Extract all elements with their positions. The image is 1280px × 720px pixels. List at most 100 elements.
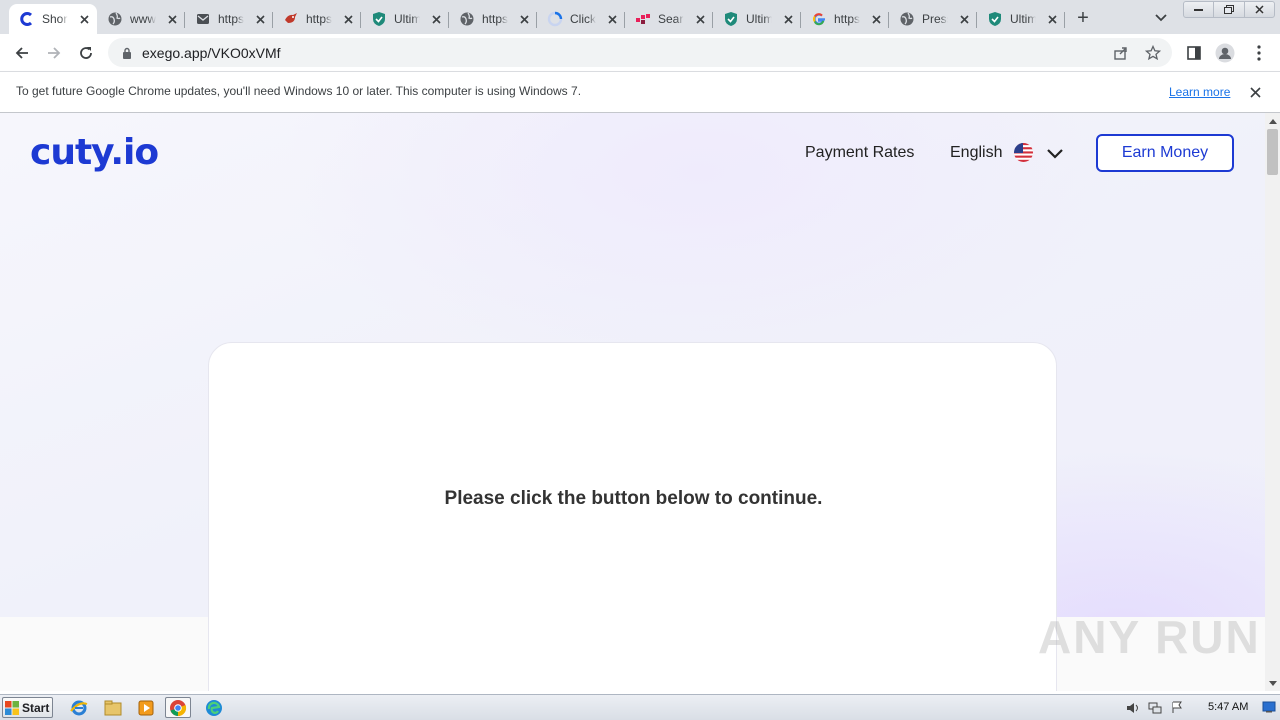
tab-strip: Short www. https https Ultim https Click Searc U…	[0, 0, 1280, 34]
browser-tab[interactable]: https	[801, 4, 889, 34]
loading-icon	[547, 11, 563, 27]
vertical-scrollbar[interactable]	[1265, 113, 1280, 691]
tab-close-icon[interactable]	[428, 11, 444, 27]
tab-title: Searc	[658, 12, 684, 26]
page-viewport: cuty.io Payment Rates English Earn Money…	[0, 113, 1265, 691]
close-window-button[interactable]	[1245, 2, 1274, 17]
browser-tab[interactable]: Short	[9, 4, 97, 34]
infobar-close-button[interactable]	[1246, 83, 1264, 101]
reload-icon	[80, 47, 92, 59]
network-icon[interactable]	[1144, 699, 1166, 717]
tab-title: Short	[42, 12, 68, 26]
restore-button[interactable]	[1214, 2, 1245, 17]
reload-button[interactable]	[72, 39, 100, 67]
browser-tab[interactable]: Press	[889, 4, 977, 34]
folder-icon	[104, 700, 122, 715]
browser-tab[interactable]: www.	[97, 4, 185, 34]
browser-tab[interactable]: https	[273, 4, 361, 34]
bird-icon	[283, 11, 299, 27]
tab-title: Click	[570, 12, 596, 26]
site-logo[interactable]: cuty.io	[30, 131, 159, 175]
earn-money-button[interactable]: Earn Money	[1096, 134, 1234, 172]
tab-title: Ultim	[1010, 12, 1036, 26]
shield-icon	[987, 11, 1003, 27]
update-infobar: To get future Google Chrome updates, you…	[0, 71, 1280, 113]
taskbar-media-player[interactable]	[133, 697, 159, 718]
scroll-up-arrow-icon[interactable]	[1265, 114, 1280, 128]
tab-close-icon[interactable]	[868, 11, 884, 27]
tab-close-icon[interactable]	[1044, 11, 1060, 27]
taskbar-chrome[interactable]	[165, 697, 191, 718]
browser-tab[interactable]: Click	[537, 4, 625, 34]
tab-close-icon[interactable]	[516, 11, 532, 27]
restore-icon	[1223, 5, 1234, 14]
browser-tab[interactable]: Ultim	[713, 4, 801, 34]
minimize-icon	[1194, 8, 1204, 11]
taskbar-clock[interactable]: 5:47 AM	[1208, 701, 1248, 713]
url-text: exego.app/VKO0xVMf	[142, 44, 281, 61]
learn-more-link[interactable]: Learn more	[1169, 85, 1230, 99]
browser-tab[interactable]: https	[185, 4, 273, 34]
browser-tab[interactable]: Ultim	[977, 4, 1065, 34]
edge-icon	[206, 699, 222, 716]
continue-prompt: Please click the button below to continu…	[444, 488, 823, 509]
infobar-message: To get future Google Chrome updates, you…	[16, 84, 582, 98]
tab-search-button[interactable]	[1151, 8, 1171, 28]
tab-title: https	[218, 12, 244, 26]
mail-icon	[195, 11, 211, 27]
scroll-down-arrow-icon[interactable]	[1265, 676, 1280, 690]
windows-taskbar: Start 5:47 AM	[0, 694, 1280, 720]
chevron-down-icon	[1155, 14, 1167, 22]
shield-icon	[371, 11, 387, 27]
tab-close-icon[interactable]	[780, 11, 796, 27]
scrollbar-thumb[interactable]	[1267, 129, 1278, 175]
browser-tab[interactable]: Searc	[625, 4, 713, 34]
tab-close-icon[interactable]	[604, 11, 620, 27]
tab-close-icon[interactable]	[252, 11, 268, 27]
action-center-flag-icon[interactable]	[1166, 699, 1188, 717]
profile-avatar-icon[interactable]	[1214, 42, 1236, 64]
show-desktop-icon[interactable]	[1261, 698, 1277, 716]
tab-close-icon[interactable]	[76, 11, 92, 27]
back-button[interactable]	[8, 39, 36, 67]
start-label: Start	[22, 700, 50, 715]
lock-icon	[120, 46, 134, 60]
browser-tab[interactable]: Ultim	[361, 4, 449, 34]
browser-toolbar: exego.app/VKO0xVMf	[0, 34, 1280, 71]
system-tray	[1122, 697, 1188, 718]
forward-button[interactable]	[40, 39, 68, 67]
tab-close-icon[interactable]	[340, 11, 356, 27]
start-button[interactable]: Start	[2, 697, 53, 718]
google-icon	[811, 11, 827, 27]
payment-rates-link[interactable]: Payment Rates	[805, 144, 914, 162]
share-icon[interactable]	[1112, 44, 1130, 62]
taskbar-edge[interactable]	[201, 697, 227, 718]
tab-title: www.	[130, 12, 156, 26]
tab-title: https	[306, 12, 332, 26]
menu-kebab-icon[interactable]	[1248, 42, 1270, 64]
tab-title: Press	[922, 12, 948, 26]
taskbar-ie[interactable]	[66, 697, 92, 718]
language-selector[interactable]: English	[950, 144, 1002, 162]
volume-icon[interactable]	[1122, 699, 1144, 717]
new-tab-button[interactable]: +	[1072, 7, 1094, 29]
tab-title: Ultim	[394, 12, 420, 26]
globe-icon	[459, 11, 475, 27]
search-brand-icon	[635, 11, 651, 27]
language-chevron-down-icon[interactable]	[1044, 143, 1066, 163]
minimize-button[interactable]	[1184, 2, 1215, 17]
taskbar-explorer[interactable]	[100, 697, 126, 718]
browser-tab[interactable]: https	[449, 4, 537, 34]
tab-title: https	[834, 12, 860, 26]
cuty-icon	[19, 11, 35, 27]
tab-close-icon[interactable]	[692, 11, 708, 27]
chrome-icon	[170, 699, 187, 716]
globe-icon	[107, 11, 123, 27]
bookmark-star-icon[interactable]	[1144, 44, 1162, 62]
windows-logo-icon	[5, 700, 19, 715]
tab-close-icon[interactable]	[956, 11, 972, 27]
shield-icon	[723, 11, 739, 27]
side-panel-icon[interactable]	[1183, 42, 1205, 64]
address-bar[interactable]: exego.app/VKO0xVMf	[108, 38, 1172, 67]
tab-close-icon[interactable]	[164, 11, 180, 27]
